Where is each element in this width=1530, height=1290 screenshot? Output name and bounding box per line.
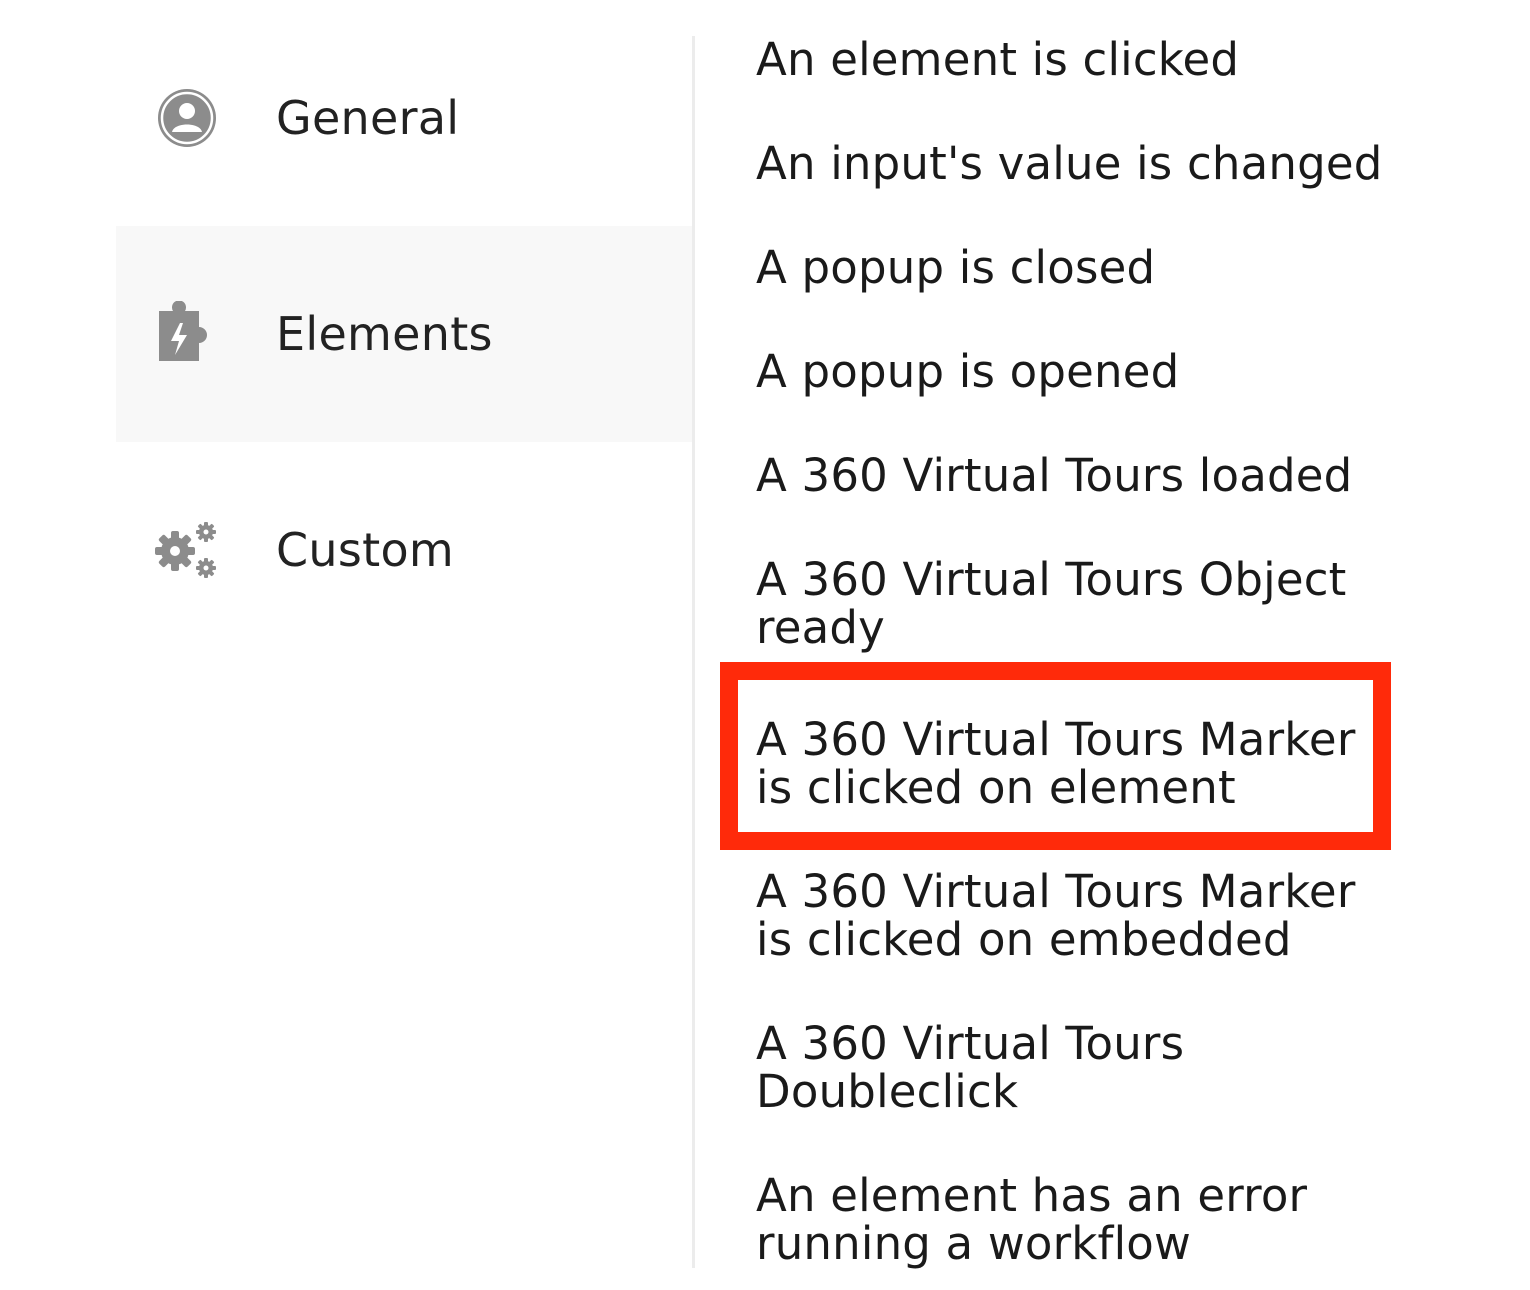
sidebar-item-label: General: [276, 91, 460, 145]
user-icon: [152, 83, 222, 153]
event-item-element-clicked[interactable]: An element is clicked: [756, 36, 1396, 84]
event-item-workflow-error[interactable]: An element has an error running a workfl…: [756, 1172, 1396, 1268]
sidebar-item-general[interactable]: General: [116, 10, 693, 226]
event-list: An element is clicked An input's value i…: [720, 36, 1396, 1268]
sidebar-item-elements[interactable]: Elements: [116, 226, 693, 442]
event-item-marker-clicked-embedded[interactable]: A 360 Virtual Tours Marker is clicked on…: [756, 868, 1396, 964]
sidebar-item-label: Elements: [276, 307, 493, 361]
event-item-popup-opened[interactable]: A popup is opened: [756, 348, 1396, 396]
event-item-input-changed[interactable]: An input's value is changed: [756, 140, 1396, 188]
event-item-tours-loaded[interactable]: A 360 Virtual Tours loaded: [756, 452, 1396, 500]
puzzle-icon: [152, 299, 222, 369]
sidebar-item-label: Custom: [276, 523, 455, 577]
sidebar-item-custom[interactable]: Custom: [116, 442, 693, 658]
gears-icon: [152, 515, 222, 585]
event-item-marker-clicked-element[interactable]: A 360 Virtual Tours Marker is clicked on…: [720, 662, 1396, 850]
event-item-tours-doubleclick[interactable]: A 360 Virtual Tours Doubleclick: [756, 1020, 1396, 1116]
event-item-tours-object-ready[interactable]: A 360 Virtual Tours Object ready: [756, 556, 1396, 652]
column-divider: [692, 36, 695, 1268]
event-item-popup-closed[interactable]: A popup is closed: [756, 244, 1396, 292]
category-sidebar: General Elements Custom: [116, 10, 693, 658]
